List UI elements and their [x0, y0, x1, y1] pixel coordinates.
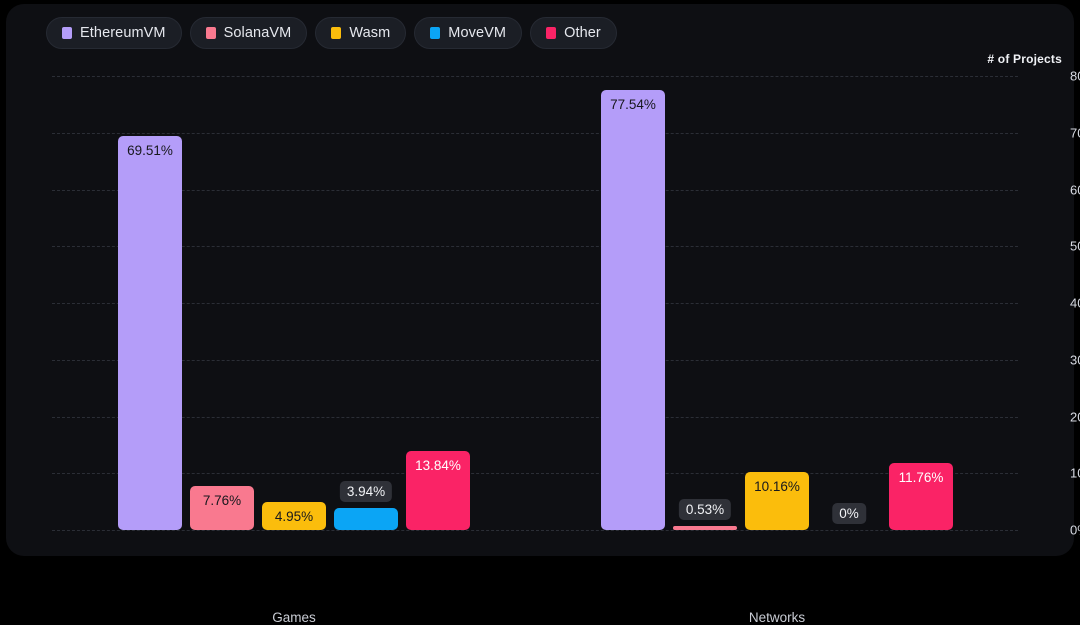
- y-axis-tick-label: 20%: [1070, 409, 1080, 424]
- y-axis-tick-label: 50%: [1070, 239, 1080, 254]
- y-axis-tick-label: 40%: [1070, 296, 1080, 311]
- y-axis-tick-label: 30%: [1070, 352, 1080, 367]
- legend-swatch-icon: [62, 27, 72, 39]
- y-axis-tick-label: 60%: [1070, 182, 1080, 197]
- bar[interactable]: 77.54%: [601, 90, 665, 530]
- bar-value-label: 11.76%: [889, 470, 953, 485]
- bar-value-label: 69.51%: [118, 143, 182, 158]
- legend-item-label: EthereumVM: [80, 25, 166, 41]
- y-axis-tick-label: 0%: [1070, 523, 1080, 538]
- legend-item-wasm[interactable]: Wasm: [315, 17, 406, 49]
- bar[interactable]: [673, 526, 737, 530]
- y-axis-tick-label: 10%: [1070, 466, 1080, 481]
- bar[interactable]: 11.76%: [889, 463, 953, 530]
- chart-legend: EthereumVM SolanaVM Wasm MoveVM Other: [46, 17, 617, 49]
- y-axis-title: # of Projects: [987, 52, 1062, 66]
- bar[interactable]: 13.84%: [406, 451, 470, 530]
- y-axis-tick-label: 70%: [1070, 125, 1080, 140]
- plot-area: 0%10%20%30%40%50%60%70%80% 69.51%7.76%4.…: [52, 76, 1018, 530]
- x-axis-group-label: Games: [272, 610, 316, 625]
- bar-value-label: 10.16%: [745, 479, 809, 494]
- legend-swatch-icon: [206, 27, 216, 39]
- bar-series-container: 69.51% 7.76% 4.95% 3.94% 13.84% 77.54% 0.53% 10…: [52, 76, 1018, 530]
- legend-item-solanavm[interactable]: SolanaVM: [190, 17, 308, 49]
- legend-item-ethereumvm[interactable]: EthereumVM: [46, 17, 182, 49]
- bar-value-label: 7.76%: [190, 493, 254, 508]
- bar-value-label: 4.95%: [262, 509, 326, 524]
- legend-item-label: Wasm: [349, 25, 390, 41]
- x-axis-group-label: Networks: [749, 610, 805, 625]
- gridline: [52, 530, 1018, 531]
- legend-swatch-icon: [331, 27, 341, 39]
- bar-value-label: 77.54%: [601, 97, 665, 112]
- legend-item-label: MoveVM: [448, 25, 506, 41]
- bar[interactable]: 10.16%: [745, 472, 809, 530]
- y-axis-tick-label: 80%: [1070, 69, 1080, 84]
- bar-value-badge: 0%: [832, 503, 866, 524]
- bar-value-badge: 3.94%: [340, 481, 392, 502]
- bar-value-badge: 0.53%: [679, 499, 731, 520]
- legend-item-label: SolanaVM: [224, 25, 292, 41]
- legend-item-other[interactable]: Other: [530, 17, 617, 49]
- bar[interactable]: 7.76%: [190, 486, 254, 530]
- bar[interactable]: [334, 508, 398, 530]
- bar[interactable]: 4.95%: [262, 502, 326, 530]
- legend-item-movevm[interactable]: MoveVM: [414, 17, 522, 49]
- legend-item-label: Other: [564, 25, 601, 41]
- legend-swatch-icon: [430, 27, 440, 39]
- bar[interactable]: 69.51%: [118, 136, 182, 530]
- bar-value-label: 13.84%: [406, 458, 470, 473]
- chart-card: EthereumVM SolanaVM Wasm MoveVM Other # of P…: [6, 4, 1074, 556]
- legend-swatch-icon: [546, 27, 556, 39]
